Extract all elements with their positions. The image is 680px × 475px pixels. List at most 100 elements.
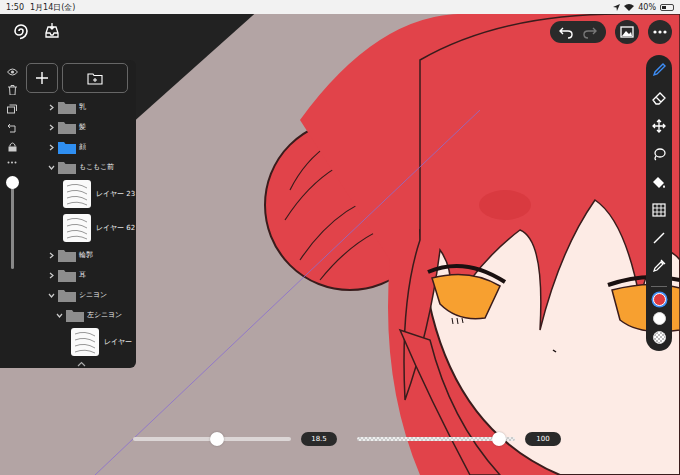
size-reading[interactable]: 18.5 xyxy=(301,432,337,446)
opacity-slider[interactable] xyxy=(357,437,515,441)
layer-list: 乳 髪 顔 もこもこ前 レイヤー 23 レイヤー 62 輪郭 耳 シニヨン 左シ… xyxy=(26,97,136,359)
painting-app: 1:50 1月14日(金) 40% 乳 髪 顔 もこもこ前 レイヤー 23 レイ… xyxy=(0,0,680,475)
tool-button[interactable] xyxy=(648,230,670,246)
folder-row[interactable]: 耳 xyxy=(48,265,136,285)
color-swatch[interactable] xyxy=(653,312,666,325)
folder-icon xyxy=(58,101,76,114)
tool-button[interactable] xyxy=(648,118,670,134)
folder-name: 輪郭 xyxy=(79,250,93,260)
battery-icon xyxy=(660,4,674,11)
merge-icon[interactable] xyxy=(7,123,17,133)
chevron-down-icon[interactable] xyxy=(48,292,55,299)
trash-icon[interactable] xyxy=(8,85,17,95)
redo-icon[interactable] xyxy=(583,25,597,39)
chevron-right-icon[interactable] xyxy=(48,124,55,131)
transparent-swatch[interactable] xyxy=(653,331,666,344)
status-bar: 1:50 1月14日(金) 40% xyxy=(0,0,680,14)
slider-knob[interactable] xyxy=(210,432,224,446)
app-logo-icon[interactable] xyxy=(12,22,30,40)
layer-thumbnail xyxy=(71,328,99,356)
chevron-down-icon[interactable] xyxy=(56,312,63,319)
layer-opacity-slider[interactable] xyxy=(11,177,14,269)
folder-row[interactable]: もこもこ前 xyxy=(48,157,136,177)
folder-row[interactable]: 左シニヨン xyxy=(48,305,136,325)
folder-row[interactable]: 輪郭 xyxy=(48,245,136,265)
tool-button[interactable] xyxy=(648,174,670,190)
color-swatch[interactable] xyxy=(653,293,666,306)
layer-tools xyxy=(0,60,24,368)
plus-icon xyxy=(35,71,49,85)
tool-button[interactable] xyxy=(648,62,670,78)
top-left-bar xyxy=(12,22,60,40)
folder-plus-icon xyxy=(87,72,103,85)
tool-button[interactable] xyxy=(648,90,670,106)
slider-knob[interactable] xyxy=(6,176,19,189)
layer-row[interactable]: レイヤー 62 xyxy=(48,211,136,245)
folder-icon xyxy=(58,121,76,134)
layer-panel: 乳 髪 顔 もこもこ前 レイヤー 23 レイヤー 62 輪郭 耳 シニヨン 左シ… xyxy=(0,60,136,368)
tray-icon[interactable] xyxy=(44,23,60,39)
layer-thumbnail xyxy=(63,180,91,208)
move-icon xyxy=(652,119,666,133)
chevron-up-icon xyxy=(77,361,86,367)
folder-icon xyxy=(58,249,76,262)
folder-name: 左シニヨン xyxy=(87,310,122,320)
eye-icon[interactable] xyxy=(7,68,18,76)
gallery-button[interactable] xyxy=(615,20,639,44)
battery-percent: 40% xyxy=(638,3,656,12)
layer-name: レイヤー 23 xyxy=(96,189,135,199)
collapse-button[interactable] xyxy=(26,361,136,367)
undo-icon[interactable] xyxy=(559,25,573,39)
opacity-slider-group: 100 xyxy=(357,432,561,446)
image-icon xyxy=(620,26,634,38)
folder-row[interactable]: シニヨン xyxy=(48,285,136,305)
folder-icon xyxy=(58,269,76,282)
character-drawing xyxy=(265,14,680,475)
layer-thumbnail xyxy=(63,214,91,242)
size-slider-group: 18.5 xyxy=(133,432,337,446)
opacity-reading[interactable]: 100 xyxy=(525,432,561,446)
size-slider[interactable] xyxy=(133,437,291,441)
top-right-bar xyxy=(550,20,672,44)
eraser-icon xyxy=(652,91,666,105)
chevron-right-icon[interactable] xyxy=(48,104,55,111)
folder-icon xyxy=(58,161,76,174)
tool-bar xyxy=(646,55,672,351)
tool-button[interactable] xyxy=(648,202,670,218)
folder-name: 耳 xyxy=(79,270,86,280)
layer-row[interactable]: レイヤー 23 xyxy=(48,177,136,211)
add-folder-button[interactable] xyxy=(62,63,128,93)
layer-name: レイヤー 62 xyxy=(96,223,135,233)
status-time: 1:50 xyxy=(6,3,24,12)
slider-knob[interactable] xyxy=(492,432,506,446)
chevron-right-icon[interactable] xyxy=(48,272,55,279)
layer-row[interactable]: レイヤー xyxy=(48,325,136,359)
location-icon xyxy=(613,4,620,11)
layer-more-icon[interactable] xyxy=(7,161,17,164)
lasso-icon xyxy=(652,147,666,161)
add-layer-button[interactable] xyxy=(26,63,58,93)
layers-icon[interactable] xyxy=(7,104,17,114)
more-button[interactable] xyxy=(648,20,672,44)
grid-icon xyxy=(652,203,666,217)
folder-name: 顔 xyxy=(79,142,86,152)
folder-name: シニヨン xyxy=(79,290,107,300)
chevron-down-icon[interactable] xyxy=(48,164,55,171)
wifi-icon xyxy=(624,3,634,11)
folder-icon xyxy=(66,309,84,322)
status-date: 1月14日(金) xyxy=(30,2,76,13)
folder-row[interactable]: 顔 xyxy=(48,137,136,157)
tool-button[interactable] xyxy=(648,258,670,274)
brush-sliders: 18.5 100 xyxy=(133,432,561,446)
chevron-right-icon[interactable] xyxy=(48,252,55,259)
guide-line xyxy=(95,110,480,475)
folder-icon xyxy=(58,289,76,302)
folder-row[interactable]: 乳 xyxy=(48,97,136,117)
lock-icon[interactable] xyxy=(8,142,17,152)
folder-name: 髪 xyxy=(79,122,86,132)
folder-row[interactable]: 髪 xyxy=(48,117,136,137)
chevron-right-icon[interactable] xyxy=(48,144,55,151)
fill-icon xyxy=(652,175,666,189)
layer-name: レイヤー xyxy=(104,337,132,347)
tool-button[interactable] xyxy=(648,146,670,162)
